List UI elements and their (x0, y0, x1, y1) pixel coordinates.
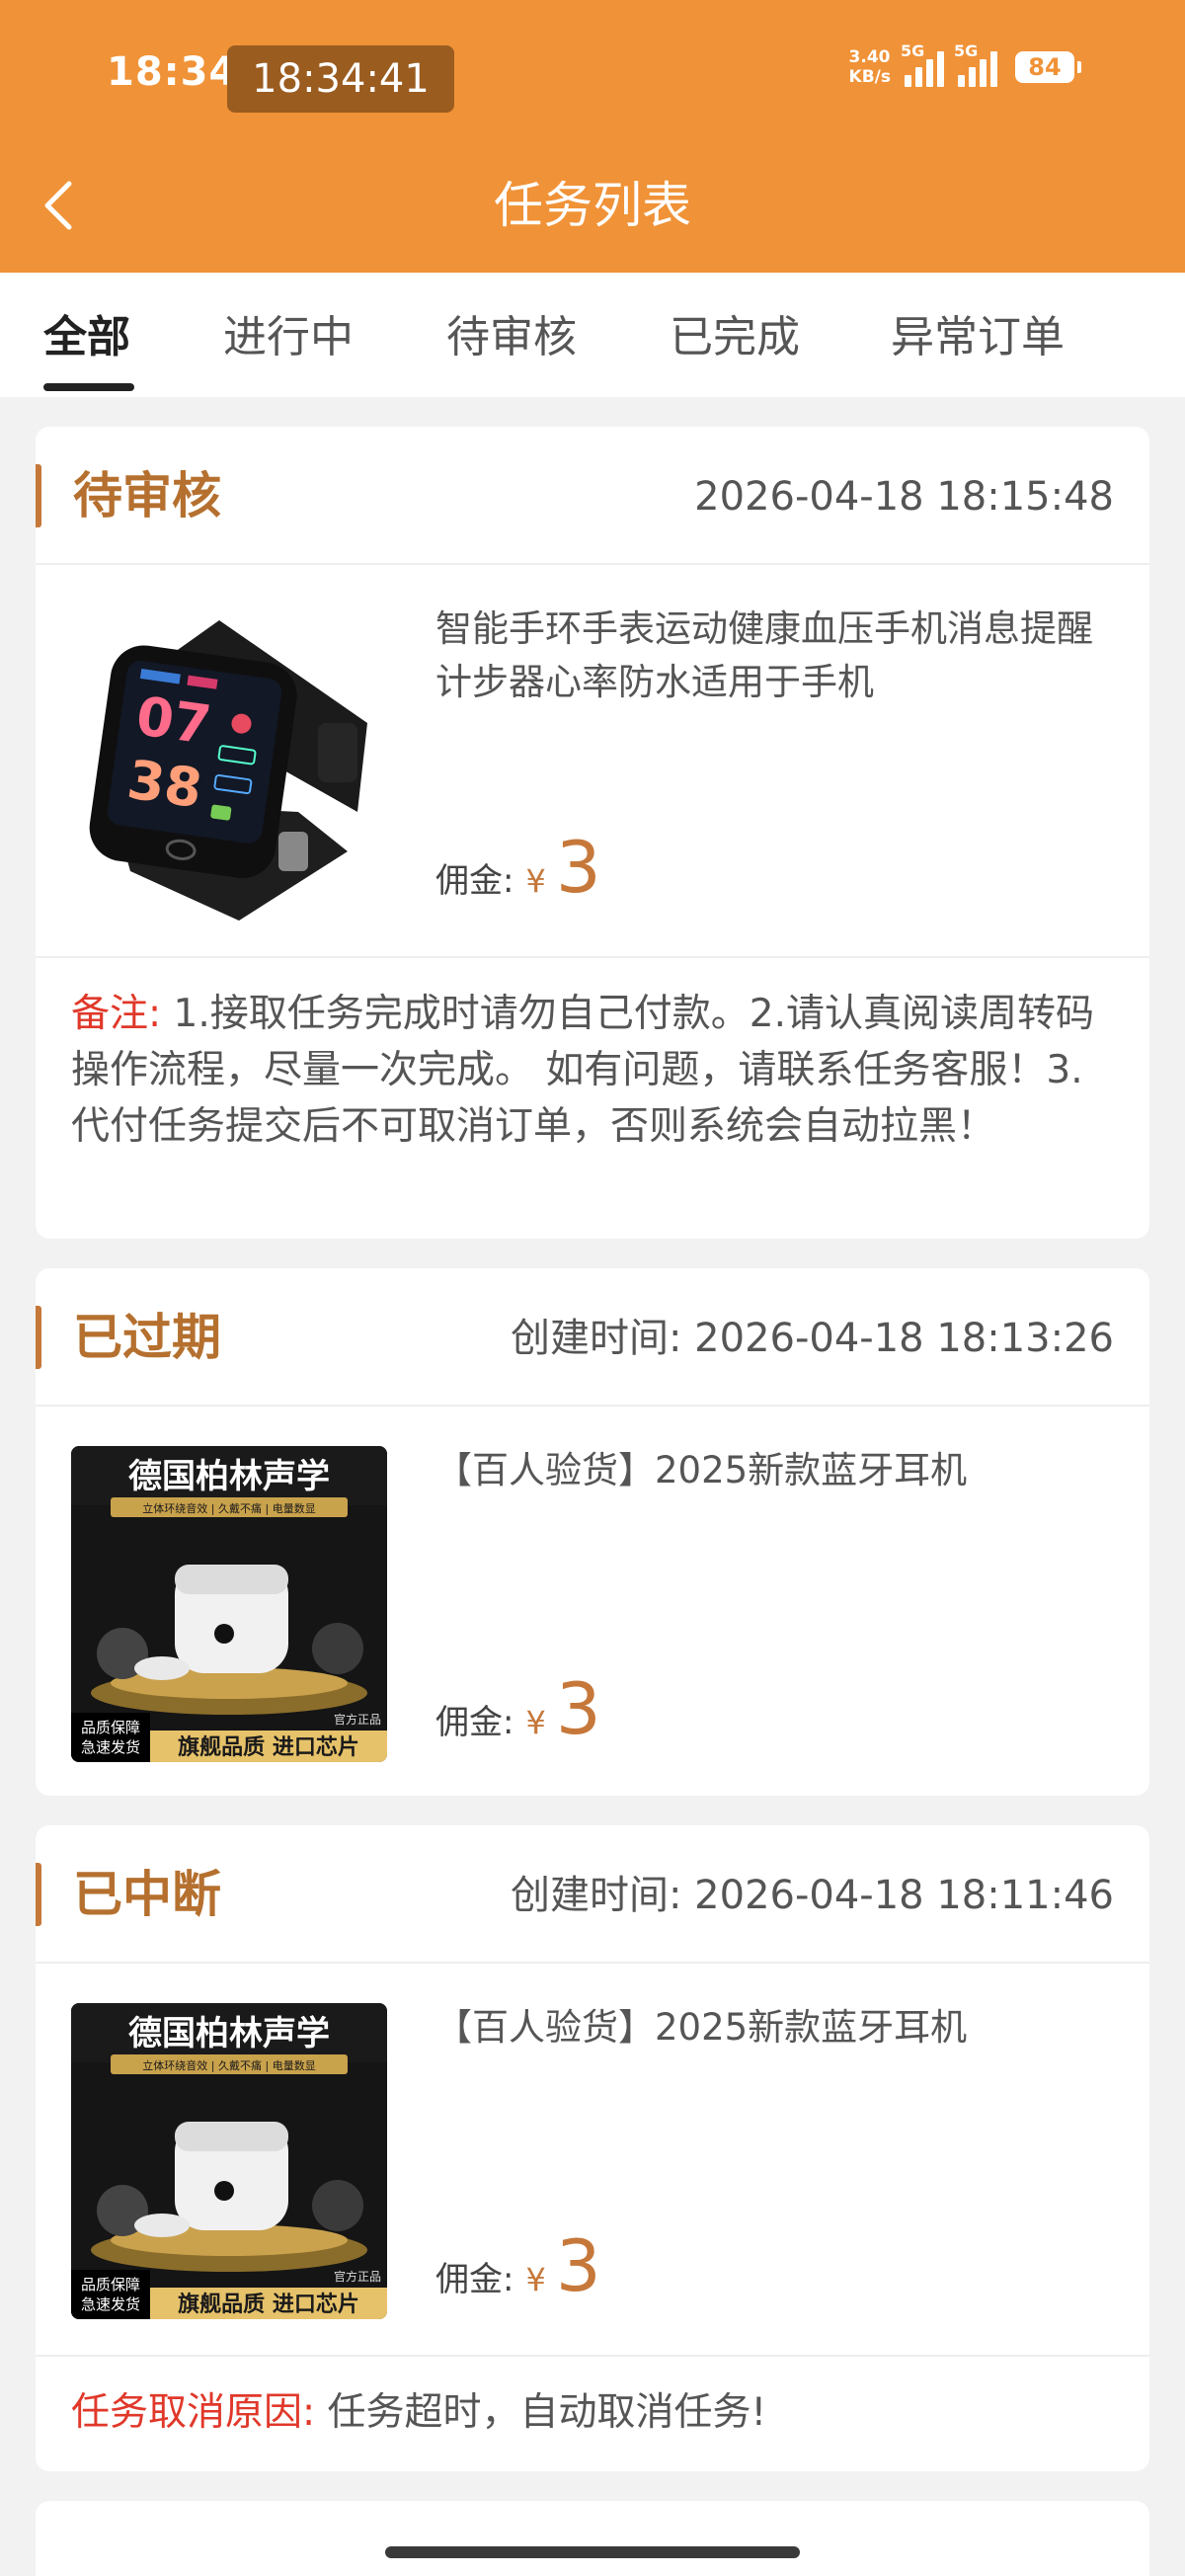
cancel-reason-label: 任务取消原因: (71, 2390, 316, 2435)
home-indicator[interactable] (385, 2546, 800, 2558)
task-time: 创建时间: 2026-04-18 18:13:26 (510, 1316, 1114, 1361)
tab-in-progress[interactable]: 进行中 (223, 310, 354, 365)
watch-hour: 07 (132, 684, 214, 757)
speed-value: 3.40 (848, 47, 891, 67)
currency-symbol: ¥ (525, 2261, 546, 2298)
ad-seal: 官方正品 (334, 2269, 381, 2284)
product-image: 德国柏林声学 立体环绕音效 | 久戴不痛 | 电量数显 品质保障 急速发货 旗舰… (71, 1446, 387, 1762)
commission: 佣金: ¥ 3 (435, 1667, 601, 1750)
ad-badge-shipping: 急速发货 (81, 1738, 140, 1756)
status-marker (36, 1306, 41, 1369)
currency-symbol: ¥ (525, 1704, 546, 1741)
task-time: 2026-04-18 18:15:48 (694, 474, 1114, 520)
task-status: 已过期 (73, 1309, 221, 1366)
network-type: 5G (954, 41, 979, 60)
status-marker (36, 1863, 41, 1926)
task-status: 已中断 (73, 1866, 221, 1923)
tab-bar: 全部 进行中 待审核 已完成 异常订单 (0, 273, 1185, 397)
task-note: 备注: 1.接取任务完成时请勿自己付款。2.请认真阅读周转码操作流程，尽量一次完… (71, 986, 1118, 1155)
commission-value: 3 (555, 826, 601, 909)
note-text: 1.接取任务完成时请勿自己付款。2.请认真阅读周转码操作流程，尽量一次完成。 如… (71, 992, 1094, 1149)
status-time: 18:34 (107, 49, 238, 95)
ad-badge-shipping: 急速发货 (81, 2295, 140, 2313)
tab-completed[interactable]: 已完成 (670, 310, 800, 365)
divider (36, 2355, 1149, 2357)
product-title: 【百人验货】2025新款蓝牙耳机 (435, 2006, 968, 2049)
ad-footer: 旗舰品质 进口芯片 (178, 1734, 359, 1760)
ad-tagline: 立体环绕音效 | 久戴不痛 | 电量数显 (142, 1501, 315, 1515)
earbuds-ad-image: 德国柏林声学 立体环绕音效 | 久戴不痛 | 电量数显 品质保障 急速发货 旗舰… (71, 2003, 387, 2319)
task-card[interactable]: 已过期 创建时间: 2026-04-18 18:13:26 德国柏林声学 立体环… (36, 1268, 1149, 1796)
commission: 佣金: ¥ 3 (435, 826, 601, 909)
card-header: 待审核 2026-04-18 18:15:48 (36, 427, 1149, 565)
task-status: 待审核 (73, 467, 221, 524)
task-time: 创建时间: 2026-04-18 18:11:46 (510, 1873, 1114, 1918)
smartwatch-image: 07 38 (71, 604, 387, 921)
app-header: 18:34 18:34:41 3.40 KB/s 5G 5G 84 任务列表 (0, 0, 1185, 273)
commission-value: 3 (555, 2224, 601, 2307)
tab-pending-review[interactable]: 待审核 (446, 310, 577, 365)
currency-symbol: ¥ (525, 862, 546, 900)
task-card[interactable]: 已中断 创建时间: 2026-04-18 18:11:46 德国柏林声学 立体环… (36, 1825, 1149, 2471)
earbuds-ad-image: 德国柏林声学 立体环绕音效 | 久戴不痛 | 电量数显 品质保障 急速发货 旗舰… (71, 1446, 387, 1762)
card-header: 已过期 创建时间: 2026-04-18 18:13:26 (36, 1268, 1149, 1407)
ad-seal: 官方正品 (334, 1712, 381, 1727)
page-title: 任务列表 (494, 177, 691, 234)
network-speed: 3.40 KB/s (849, 47, 891, 87)
cancel-reason: 任务取消原因: 任务超时，自动取消任务! (71, 2384, 1118, 2441)
commission: 佣金: ¥ 3 (435, 2224, 601, 2307)
product-title: 【百人验货】2025新款蓝牙耳机 (435, 1449, 968, 1491)
signal-icon: 5G (954, 41, 997, 87)
commission-label: 佣金: (435, 861, 514, 901)
ad-footer: 旗舰品质 进口芯片 (178, 2292, 359, 2317)
note-label: 备注: (71, 992, 162, 1036)
ad-tagline: 立体环绕音效 | 久戴不痛 | 电量数显 (142, 2058, 315, 2072)
status-icons: 3.40 KB/s 5G 5G 84 (849, 41, 1081, 87)
battery-icon: 84 (1015, 51, 1081, 83)
ad-badge-quality: 品质保障 (81, 2276, 140, 2294)
ad-headline: 德国柏林声学 (128, 2014, 330, 2053)
divider (36, 956, 1149, 958)
task-card[interactable] (36, 2501, 1149, 2576)
ad-headline: 德国柏林声学 (128, 1457, 330, 1496)
product-image: 07 38 (71, 604, 387, 921)
network-type: 5G (901, 41, 925, 60)
clock-overlay: 18:34:41 (227, 45, 454, 113)
watch-minute: 38 (123, 748, 205, 820)
task-card[interactable]: 待审核 2026-04-18 18:15:48 07 38 智能手环手表运动健康… (36, 427, 1149, 1239)
tab-abnormal-orders[interactable]: 异常订单 (891, 310, 1065, 365)
signal-icon: 5G (901, 41, 944, 87)
commission-label: 佣金: (435, 1703, 514, 1742)
commission-value: 3 (555, 1667, 601, 1750)
product-title: 智能手环手表运动健康血压手机消息提醒计步器心率防水适用于手机 (435, 607, 1093, 703)
tab-all[interactable]: 全部 (43, 310, 130, 365)
ad-badge-quality: 品质保障 (81, 1719, 140, 1736)
commission-label: 佣金: (435, 2260, 514, 2299)
status-marker (36, 464, 41, 527)
speed-unit: KB/s (848, 67, 891, 87)
card-header: 已中断 创建时间: 2026-04-18 18:11:46 (36, 1825, 1149, 1964)
status-bar: 18:34 18:34:41 3.40 KB/s 5G 5G 84 (0, 0, 1185, 158)
active-tab-indicator (43, 383, 134, 391)
product-image: 德国柏林声学 立体环绕音效 | 久戴不痛 | 电量数显 品质保障 急速发货 旗舰… (71, 2003, 387, 2319)
cancel-reason-text: 任务超时，自动取消任务! (327, 2390, 767, 2435)
